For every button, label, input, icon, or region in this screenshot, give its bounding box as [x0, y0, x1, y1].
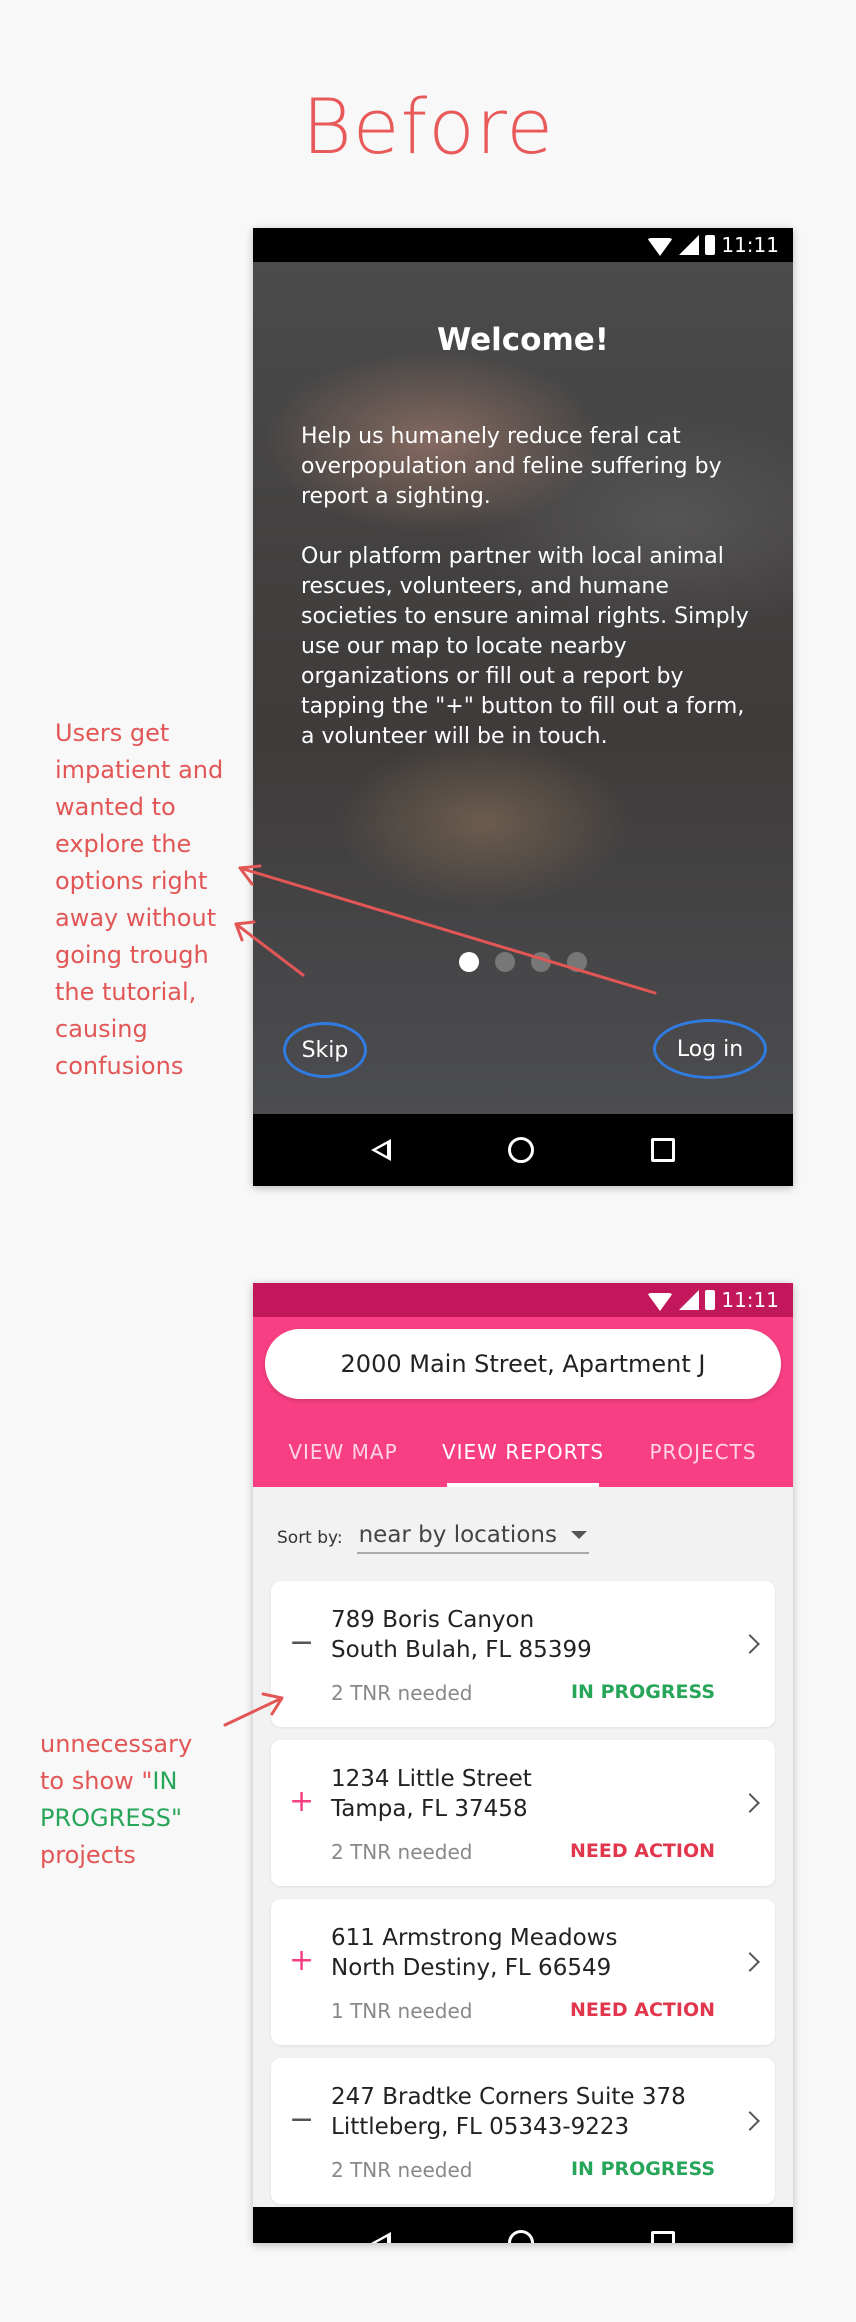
note-line: confusions	[55, 1052, 184, 1080]
wifi-icon	[647, 1293, 674, 1311]
report-address-line2: South Bulah, FL 85399	[331, 1637, 592, 1663]
back-icon[interactable]	[371, 1139, 392, 1161]
battery-icon	[705, 235, 716, 255]
arrow-head	[234, 920, 256, 942]
report-address-line1: 247 Bradtke Corners Suite 378	[331, 2084, 686, 2110]
report-card[interactable]: − 247 Bradtke Corners Suite 378 Littlebe…	[271, 2058, 775, 2204]
chevron-right-icon[interactable]	[740, 1634, 760, 1654]
page-dot[interactable]	[531, 952, 551, 972]
welcome-hero: Welcome! Help us humanely reduce feral c…	[253, 262, 793, 1114]
note-line: projects	[40, 1841, 136, 1869]
report-need: 2 TNR needed	[331, 1840, 473, 1864]
welcome-paragraph: Help us humanely reduce feral cat overpo…	[301, 424, 722, 509]
address-field[interactable]: 2000 Main Street, Apartment J	[265, 1329, 781, 1399]
plus-icon[interactable]: +	[289, 1946, 314, 1976]
tab-projects[interactable]: PROJECTS	[613, 1417, 793, 1487]
report-status: NEED ACTION	[570, 1840, 715, 1862]
status-time: 11:11	[721, 233, 779, 257]
report-need: 2 TNR needed	[331, 2158, 473, 2182]
signal-icon	[679, 235, 700, 255]
note-line: to show "IN	[40, 1763, 192, 1800]
skip-button[interactable]: Skip	[283, 1022, 367, 1078]
tab-view-map[interactable]: VIEW MAP	[253, 1417, 433, 1487]
note-line: explore the	[55, 830, 192, 858]
home-icon[interactable]	[507, 2230, 534, 2243]
wifi-icon	[647, 238, 674, 256]
status-bar: 11:11	[253, 1283, 793, 1317]
status-time: 11:11	[721, 1288, 779, 1312]
page-heading: Before	[301, 82, 555, 171]
nav-bar	[253, 2207, 793, 2243]
report-address-line1: 789 Boris Canyon	[331, 1607, 535, 1633]
app-bar: 2000 Main Street, Apartment J VIEW MAP V…	[253, 1317, 793, 1487]
report-address: 789 Boris Canyon South Bulah, FL 85399	[331, 1605, 592, 1665]
report-status: IN PROGRESS	[570, 1681, 715, 1703]
page-dot-active[interactable]	[459, 952, 479, 972]
signal-icon	[679, 1290, 700, 1310]
note-highlight: PROGRESS"	[40, 1804, 182, 1832]
minus-icon[interactable]: −	[289, 1628, 314, 1658]
login-button[interactable]: Log in	[653, 1019, 767, 1079]
sort-label: Sort by:	[277, 1528, 343, 1548]
report-status: NEED ACTION	[570, 1999, 715, 2021]
chevron-right-icon[interactable]	[740, 1793, 760, 1813]
recents-icon[interactable]	[650, 2231, 675, 2243]
page-dot[interactable]	[567, 952, 587, 972]
report-address: 247 Bradtke Corners Suite 378 Littleberg…	[331, 2082, 686, 2142]
tab-view-reports[interactable]: VIEW REPORTS	[433, 1417, 613, 1487]
report-card[interactable]: − 789 Boris Canyon South Bulah, FL 85399…	[271, 1581, 775, 1727]
tab-bar: VIEW MAP VIEW REPORTS PROJECTS	[253, 1417, 793, 1487]
sort-value: near by locations	[358, 1522, 557, 1548]
report-need: 1 TNR needed	[331, 1999, 473, 2023]
plus-icon[interactable]: +	[289, 1787, 314, 1817]
sort-dropdown[interactable]: near by locations	[356, 1522, 589, 1554]
report-address-line1: 1234 Little Street	[331, 1766, 532, 1792]
report-address: 611 Armstrong Meadows North Destiny, FL …	[331, 1923, 617, 1983]
report-address: 1234 Little Street Tampa, FL 37458	[331, 1764, 532, 1824]
note-highlight: IN	[152, 1767, 178, 1795]
battery-icon	[705, 1290, 716, 1310]
reports-screen: 11:11 2000 Main Street, Apartment J VIEW…	[253, 1283, 793, 2243]
note-line: Users get	[55, 719, 170, 747]
report-address-line2: Tampa, FL 37458	[331, 1796, 528, 1822]
note-line: unnecessary	[40, 1730, 193, 1758]
chevron-right-icon[interactable]	[740, 2111, 760, 2131]
report-card[interactable]: + 611 Armstrong Meadows North Destiny, F…	[271, 1899, 775, 2045]
back-icon[interactable]	[371, 2232, 392, 2243]
reports-list: Sort by: near by locations − 789 Boris C…	[253, 1487, 793, 2207]
note-line: causing	[55, 1015, 148, 1043]
status-bar: 11:11	[253, 228, 793, 262]
welcome-paragraph: Our platform partner with local animal r…	[301, 544, 749, 749]
nav-bar	[253, 1114, 793, 1186]
home-icon[interactable]	[507, 1137, 534, 1163]
note-line: going trough	[55, 941, 209, 969]
minus-icon[interactable]: −	[289, 2105, 314, 2135]
page-dot[interactable]	[495, 952, 515, 972]
report-need: 2 TNR needed	[331, 1681, 473, 1705]
note-line: impatient and	[55, 756, 224, 784]
welcome-text: Help us humanely reduce feral cat overpo…	[301, 422, 751, 782]
welcome-title: Welcome!	[437, 322, 609, 358]
note-line: options right	[55, 867, 208, 895]
dropdown-caret-icon	[570, 1531, 587, 1539]
note-line: the tutorial,	[55, 978, 197, 1006]
report-address-line2: Littleberg, FL 05343-9223	[331, 2114, 630, 2140]
annotation-note: Users get impatient and wanted to explor…	[55, 715, 223, 1085]
report-address-line2: North Destiny, FL 66549	[331, 1955, 612, 1981]
report-card[interactable]: + 1234 Little Street Tampa, FL 37458 2 T…	[271, 1740, 775, 1886]
note-text: to show "	[40, 1767, 153, 1795]
note-line: away without	[55, 904, 217, 932]
report-address-line1: 611 Armstrong Meadows	[331, 1925, 618, 1951]
note-line: wanted to	[55, 793, 176, 821]
recents-icon[interactable]	[650, 1138, 675, 1162]
report-status: IN PROGRESS	[570, 2158, 715, 2180]
welcome-screen: 11:11 Welcome! Help us humanely reduce f…	[253, 228, 793, 1186]
chevron-right-icon[interactable]	[740, 1952, 760, 1972]
annotation-note: unnecessary to show "IN PROGRESS" projec…	[40, 1726, 192, 1874]
page-indicator	[253, 952, 793, 972]
sort-row: Sort by: near by locations	[277, 1522, 589, 1554]
